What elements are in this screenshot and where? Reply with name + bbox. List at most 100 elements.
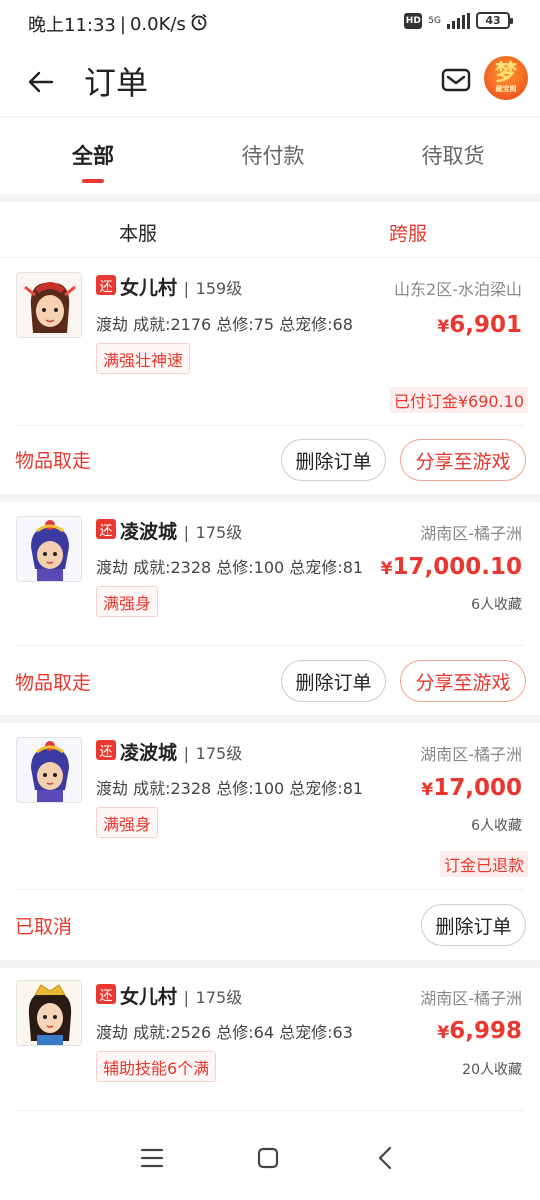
order-price: ¥6,901 [437,312,522,338]
order-price: ¥17,000 [421,775,522,801]
role-stats: 渡劫 成就:2176 总修:75 总宠修:68 [96,315,353,334]
favorites-count: 6人收藏 [471,597,522,613]
resale-badge: 还 [96,984,116,1004]
role-stats: 渡劫 成就:2328 总修:100 总宠修:81 [96,558,364,577]
character-avatar [16,980,82,1046]
price-currency: ¥ [380,559,393,579]
active-tab-indicator [82,179,104,183]
role-school: 女儿村 [120,277,178,299]
role-stats: 渡劫 成就:2328 总修:100 总宠修:81 [96,779,364,798]
home-button[interactable] [248,1142,288,1174]
role-level-prefix: | [183,744,190,763]
tab-pending-pickup[interactable]: 待取货 [363,140,540,170]
status-speed: 0.0K/s [129,13,186,35]
order-price: ¥17,000.10 [381,554,522,580]
role-level-prefix: | [183,988,190,1007]
divider [16,425,524,426]
chevron-left-icon [378,1146,392,1170]
price-value: 6,998 [449,1018,522,1044]
subtab-cross-server[interactable]: 跨服 [348,219,468,246]
price-value: 6,901 [449,312,522,338]
server-subtabs: 本服 跨服 [0,202,540,258]
order-tabs: 全部 待付款 待取货 [0,118,540,194]
system-back-button[interactable] [365,1142,405,1174]
network-label: 5G [428,15,441,26]
server-name: 湖南区-橘子洲 [420,524,522,543]
resale-badge: 还 [96,740,116,760]
order-card[interactable]: 还 女儿村 | 175级 湖南区-橘子洲 渡劫 成就:2526 总修:64 总宠… [0,968,540,1116]
role-name: 凌波城 | 175级 [120,517,242,544]
role-level: 175级 [195,744,243,763]
order-status: 物品取走 [15,672,92,694]
order-status: 物品取走 [15,450,92,472]
character-avatar [16,516,82,582]
feature-tag: 辅助技能6个满 [96,1051,217,1082]
feature-tag: 满强壮神速 [96,343,191,374]
server-name: 湖南区-橘子洲 [420,989,522,1008]
price-value: 17,000 [433,775,522,801]
divider [16,889,524,890]
role-name: 凌波城 | 175级 [120,738,242,765]
avatar-caption: 藏宝阁 [495,85,517,93]
favorites-count: 20人收藏 [462,1062,522,1078]
role-level: 175级 [195,988,243,1007]
role-level: 159级 [195,279,243,298]
delete-order-button[interactable]: 删除订单 [421,904,526,946]
alarm-icon [190,13,208,36]
app-avatar[interactable]: 梦 藏宝阁 [484,56,528,100]
signal-icon [447,12,470,29]
feature-tag: 满强身 [96,586,159,617]
tab-all[interactable]: 全部 [3,140,183,170]
server-name: 湖南区-橘子洲 [420,745,522,764]
role-school: 女儿村 [120,986,178,1008]
order-card[interactable]: 还 凌波城 | 175级 湖南区-橘子洲 渡劫 成就:2328 总修:100 总… [0,502,540,715]
system-nav-bar [0,1116,540,1200]
delete-order-button[interactable]: 删除订单 [281,439,386,481]
character-avatar [16,272,82,338]
character-avatar [16,737,82,803]
status-right: HD 5G 43 [404,12,513,29]
status-time: 晚上11:33 [28,15,116,36]
deposit-note: 已付订金¥690.10 [389,387,528,413]
price-currency: ¥ [437,1023,450,1043]
role-school: 凌波城 [120,742,178,764]
subtab-local-server[interactable]: 本服 [78,219,198,246]
menu-icon [140,1148,164,1168]
share-to-game-button[interactable]: 分享至游戏 [400,660,526,702]
resale-badge: 还 [96,275,116,295]
mail-icon [441,68,471,92]
back-button[interactable] [20,62,60,102]
role-level-prefix: | [183,279,190,298]
order-card[interactable]: 还 女儿村 | 159级 山东2区-水泊梁山 渡劫 成就:2176 总修:75 … [0,258,540,494]
status-left: 晚上11:33 | 0.0K/s [28,11,208,37]
home-icon [257,1147,279,1169]
avatar-glyph: 梦 [494,61,517,86]
status-separator: | [119,13,126,35]
role-level: 175级 [195,523,243,542]
mail-button[interactable] [440,66,472,94]
delete-order-button[interactable]: 删除订单 [281,660,386,702]
server-name: 山东2区-水泊梁山 [394,280,522,299]
menu-button[interactable] [132,1142,172,1174]
price-currency: ¥ [437,317,450,337]
favorites-count: 6人收藏 [471,818,522,834]
role-name: 女儿村 | 175级 [120,982,242,1009]
role-level-prefix: | [183,523,190,542]
status-bar: 晚上11:33 | 0.0K/s HD 5G 43 [0,0,540,48]
role-stats: 渡劫 成就:2526 总修:64 总宠修:63 [96,1023,353,1042]
share-to-game-button[interactable]: 分享至游戏 [400,439,526,481]
refund-note: 订金已退款 [439,851,528,877]
resale-badge: 还 [96,519,116,539]
divider [16,645,524,646]
divider [16,1110,524,1111]
order-card[interactable]: 还 凌波城 | 175级 湖南区-橘子洲 渡劫 成就:2328 总修:100 总… [0,723,540,960]
page-title: 订单 [84,64,149,102]
order-price: ¥6,998 [437,1018,522,1044]
price-value: 17,000.10 [392,554,523,580]
arrow-left-icon [28,71,54,93]
tab-pending-payment[interactable]: 待付款 [183,140,363,170]
role-school: 凌波城 [120,521,178,543]
hd-icon: HD [404,12,423,29]
order-status: 已取消 [15,916,73,938]
feature-tag: 满强身 [96,807,159,838]
